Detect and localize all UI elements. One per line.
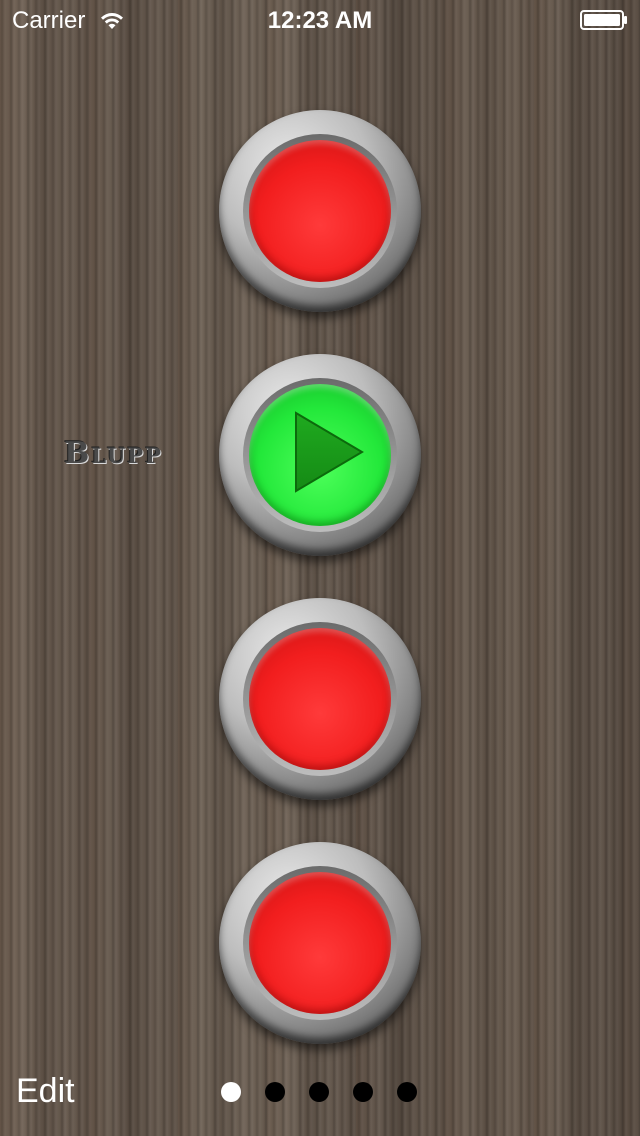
page-control[interactable]: [221, 1082, 417, 1102]
page-dot-5[interactable]: [397, 1082, 417, 1102]
sound-label: Blupp: [64, 436, 163, 471]
sound-button-3[interactable]: [219, 598, 421, 800]
app-screen: Carrier 12:23 AM Blupp Edit: [0, 0, 640, 1136]
button-face-red: [249, 872, 391, 1014]
page-dot-3[interactable]: [309, 1082, 329, 1102]
battery-icon: [580, 10, 627, 30]
status-time: 12:23 AM: [267, 7, 373, 34]
page-dot-4[interactable]: [353, 1082, 373, 1102]
page-dot-1[interactable]: [221, 1082, 241, 1102]
play-icon: [295, 411, 364, 493]
sound-button-1[interactable]: [219, 110, 421, 312]
button-face-red: [249, 140, 391, 282]
page-dot-2[interactable]: [265, 1082, 285, 1102]
status-bar: Carrier 12:23 AM: [0, 0, 640, 40]
sound-button-4[interactable]: [219, 842, 421, 1044]
edit-button[interactable]: Edit: [16, 1072, 75, 1111]
button-face-red: [249, 628, 391, 770]
